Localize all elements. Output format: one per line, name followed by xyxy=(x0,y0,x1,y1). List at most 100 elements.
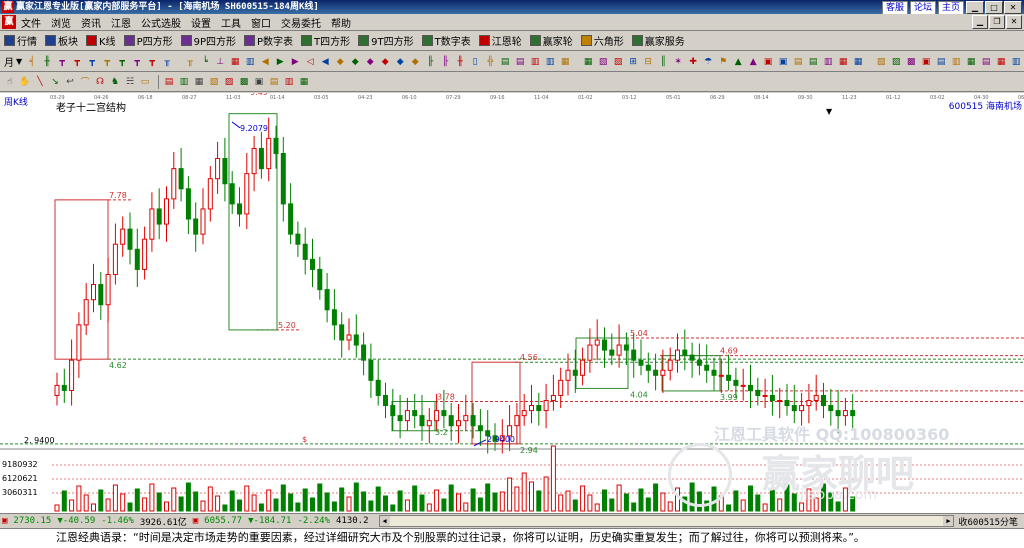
draw-tool-icon[interactable]: ▶ xyxy=(274,56,286,68)
ticks-label[interactable]: 收600515分笔 xyxy=(958,515,1018,528)
child-restore-button[interactable]: ❐ xyxy=(989,15,1005,29)
draw-tool-icon[interactable]: ◀ xyxy=(259,56,271,68)
menu-file[interactable]: 文件 xyxy=(16,15,46,30)
tool-icon[interactable]: ╲ xyxy=(34,76,46,88)
draw-tool-icon[interactable]: ☂ xyxy=(702,56,714,68)
tool-icon[interactable]: ☝ xyxy=(4,76,16,88)
maximize-button[interactable]: □ xyxy=(985,1,1003,14)
scroll-left-icon[interactable]: ◀ xyxy=(379,516,390,526)
draw-tool-icon[interactable]: ▤ xyxy=(980,56,992,68)
draw-tool-icon[interactable]: ╫ xyxy=(454,56,466,68)
draw-tool-icon[interactable]: ▲ xyxy=(747,56,759,68)
draw-tool-icon[interactable]: ▨ xyxy=(890,56,902,68)
draw-tool-icon[interactable]: ▤ xyxy=(514,56,526,68)
toolbar-item-11[interactable]: 六角形 xyxy=(580,33,624,48)
draw-tool-icon[interactable]: ⊟ xyxy=(642,56,654,68)
draw-tool-icon[interactable]: ▥ xyxy=(544,56,556,68)
draw-tool-icon[interactable]: ▣ xyxy=(762,56,774,68)
toolbar-item-10[interactable]: 赢家轮 xyxy=(529,33,573,48)
tool-icon[interactable]: ▨ xyxy=(223,76,235,88)
toolbar-item-4[interactable]: 9P四方形 xyxy=(180,33,236,48)
menu-window[interactable]: 窗口 xyxy=(246,15,276,30)
tool-icon[interactable]: ▦ xyxy=(193,76,205,88)
toolbar-item-7[interactable]: 9T四方形 xyxy=(358,33,414,48)
draw-tool-icon[interactable]: ┳ xyxy=(101,56,113,68)
draw-tool-icon[interactable]: ┳ xyxy=(116,56,128,68)
draw-tool-icon[interactable]: ▥ xyxy=(822,56,834,68)
tool-icon[interactable]: ▥ xyxy=(178,76,190,88)
draw-tool-icon[interactable]: ║ xyxy=(657,56,669,68)
draw-tool-icon[interactable]: ◀ xyxy=(319,56,331,68)
tool-icon[interactable]: ▩ xyxy=(238,76,250,88)
draw-tool-icon[interactable]: ┳ xyxy=(131,56,143,68)
toolbar-item-6[interactable]: T四方形 xyxy=(301,33,350,48)
scroll-right-icon[interactable]: ▶ xyxy=(943,516,954,526)
draw-tool-icon[interactable]: ⊥ xyxy=(214,56,226,68)
draw-tool-icon[interactable]: ▤ xyxy=(935,56,947,68)
draw-tool-icon[interactable]: ┳ xyxy=(56,56,68,68)
draw-tool-icon[interactable]: ╟ xyxy=(439,56,451,68)
draw-tool-icon[interactable]: ◆ xyxy=(394,56,406,68)
draw-tool-icon[interactable]: ▥ xyxy=(1010,56,1022,68)
toolbar-item-2[interactable]: K线 xyxy=(86,33,116,48)
tool-icon[interactable]: ▣ xyxy=(253,76,265,88)
period-select[interactable]: 月 xyxy=(4,54,14,69)
kefu-link[interactable]: 客服 xyxy=(881,1,908,15)
forum-link[interactable]: 论坛 xyxy=(909,1,936,15)
minimize-button[interactable]: ▁ xyxy=(966,1,984,14)
draw-tool-icon[interactable]: ┳ xyxy=(71,56,83,68)
dropdown-arrow-icon[interactable]: ▼ xyxy=(826,107,832,116)
draw-tool-icon[interactable]: ✶ xyxy=(672,56,684,68)
draw-tool-icon[interactable]: ▦ xyxy=(229,56,241,68)
draw-tool-icon[interactable]: ◆ xyxy=(364,56,376,68)
draw-tool-icon[interactable]: ▶ xyxy=(289,56,301,68)
menu-news[interactable]: 资讯 xyxy=(76,15,106,30)
draw-tool-icon[interactable]: ✚ xyxy=(687,56,699,68)
draw-tool-icon[interactable]: ▣ xyxy=(777,56,789,68)
draw-tool-icon[interactable]: ▤ xyxy=(807,56,819,68)
draw-tool-icon[interactable]: ▥ xyxy=(244,56,256,68)
tool-icon[interactable]: ▥ xyxy=(283,76,295,88)
draw-tool-icon[interactable]: ╥ xyxy=(161,56,173,68)
tool-icon[interactable]: ▦ xyxy=(298,76,310,88)
draw-tool-icon[interactable]: ▣ xyxy=(920,56,932,68)
tool-icon[interactable]: ▭ xyxy=(139,76,151,88)
draw-tool-icon[interactable]: ╡ xyxy=(26,56,38,68)
chart-area[interactable]: 03-29 04-26 06-18 08-27 11-03 01-14 03-05 04-23… xyxy=(0,93,1024,513)
draw-tool-icon[interactable]: ▤ xyxy=(499,56,511,68)
draw-tool-icon[interactable]: ╬ xyxy=(484,56,496,68)
toolbar-item-1[interactable]: 板块 xyxy=(45,33,78,48)
draw-tool-icon[interactable]: ▥ xyxy=(529,56,541,68)
toolbar-item-8[interactable]: T数字表 xyxy=(421,33,471,48)
tool-icon[interactable]: ☊ xyxy=(94,76,106,88)
draw-tool-icon[interactable]: ◆ xyxy=(334,56,346,68)
tool-icon[interactable]: ▤ xyxy=(163,76,175,88)
draw-tool-icon[interactable]: ▧ xyxy=(597,56,609,68)
tool-icon[interactable]: ✋ xyxy=(19,76,31,88)
draw-tool-icon[interactable]: ▦ xyxy=(837,56,849,68)
draw-tool-icon[interactable]: ▲ xyxy=(732,56,744,68)
child-minimize-button[interactable]: ▁ xyxy=(972,15,988,29)
tool-icon[interactable]: ▧ xyxy=(208,76,220,88)
draw-tool-icon[interactable]: ╟ xyxy=(424,56,436,68)
tool-icon[interactable]: ↩ xyxy=(64,76,76,88)
home-link[interactable]: 主页 xyxy=(937,1,964,15)
draw-tool-icon[interactable]: ╫ xyxy=(41,56,53,68)
menu-formula[interactable]: 公式选股 xyxy=(136,15,186,30)
draw-tool-icon[interactable]: ⚑ xyxy=(717,56,729,68)
menu-trade[interactable]: 交易委托 xyxy=(276,15,326,30)
chevron-down-icon[interactable]: ▼ xyxy=(16,57,22,66)
child-close-button[interactable]: ✕ xyxy=(1006,15,1022,29)
draw-tool-icon[interactable]: ▤ xyxy=(792,56,804,68)
horizontal-scrollbar[interactable]: ◀ ▶ xyxy=(378,515,955,527)
menu-help[interactable]: 帮助 xyxy=(326,15,356,30)
tool-icon[interactable]: ♞ xyxy=(109,76,121,88)
draw-tool-icon[interactable]: ┳ xyxy=(86,56,98,68)
toolbar-item-9[interactable]: 江恩轮 xyxy=(478,33,522,48)
menu-browse[interactable]: 浏览 xyxy=(46,15,76,30)
close-button[interactable]: ✕ xyxy=(1004,1,1022,14)
draw-tool-icon[interactable]: ▦ xyxy=(582,56,594,68)
toolbar-item-3[interactable]: P四方形 xyxy=(123,33,173,48)
menu-gann[interactable]: 江恩 xyxy=(106,15,136,30)
tool-icon[interactable]: ⌒ xyxy=(79,76,91,88)
